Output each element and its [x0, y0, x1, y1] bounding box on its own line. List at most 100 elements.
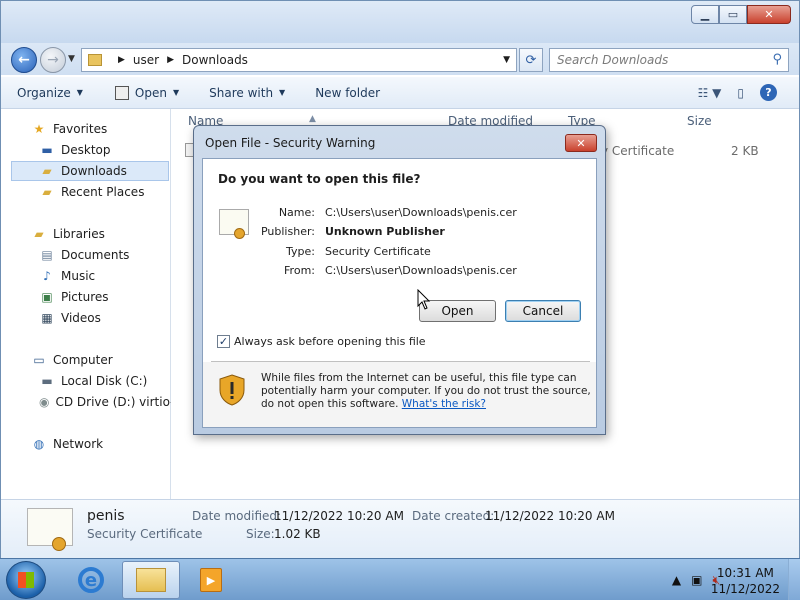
nav-videos[interactable]: ▦ Videos	[39, 308, 101, 328]
whats-the-risk-link[interactable]: What's the risk?	[402, 398, 486, 410]
nav-label: Network	[53, 437, 104, 451]
share-with-button[interactable]: Share with ▼	[209, 86, 285, 100]
clock-time: 10:31 AM	[716, 566, 774, 580]
search-placeholder: Search Downloads	[557, 53, 669, 67]
start-button[interactable]	[6, 561, 46, 599]
navigation-bar: ← → ▼ ▶ user ▶ Downloads ▼ ⟳ Search Down…	[1, 43, 799, 75]
cd-drive-icon: ◉	[39, 395, 50, 409]
publisher-label: Publisher:	[260, 225, 315, 238]
type-value: Security Certificate	[325, 245, 431, 258]
view-controls: ☷ ▼ ▯ ?	[698, 84, 777, 101]
nav-documents[interactable]: ▤ Documents	[39, 245, 129, 265]
nav-downloads[interactable]: ▰ Downloads	[11, 161, 169, 181]
downloads-folder-icon: ▰	[42, 164, 52, 178]
organize-button[interactable]: Organize ▼	[17, 86, 83, 100]
open-icon	[114, 85, 129, 100]
hard-drive-icon: ▬	[41, 374, 53, 388]
mouse-cursor-icon	[417, 289, 431, 310]
nav-pictures[interactable]: ▣ Pictures	[39, 287, 109, 307]
from-value: C:\Users\user\Downloads\penis.cer	[325, 264, 517, 277]
details-file-type: Security Certificate	[87, 527, 203, 541]
open-button[interactable]: Open ▼	[114, 85, 180, 100]
back-button[interactable]: ←	[11, 47, 37, 73]
clock[interactable]: 10:31 AM 11/12/2022	[711, 565, 780, 597]
name-label: Name:	[278, 206, 315, 219]
windows-explorer-icon	[136, 568, 166, 592]
pictures-icon: ▣	[41, 290, 53, 304]
breadcrumb-user[interactable]: user	[133, 53, 159, 67]
details-file-name: penis	[87, 508, 125, 524]
breadcrumb-downloads[interactable]: Downloads	[182, 53, 248, 67]
dialog-question: Do you want to open this file?	[218, 172, 421, 186]
chevron-down-icon: ▼	[76, 88, 83, 97]
nav-label: Documents	[61, 248, 130, 262]
documents-icon: ▤	[41, 248, 53, 262]
column-size[interactable]: Size	[687, 114, 712, 128]
chevron-down-icon: ▼	[172, 88, 180, 97]
forward-button[interactable]: →	[40, 47, 66, 73]
chevron-right-icon: ▶	[118, 55, 125, 65]
search-input[interactable]: Search Downloads ⚲	[549, 48, 789, 72]
nav-desktop[interactable]: ▬ Desktop	[39, 140, 110, 160]
nav-label: Pictures	[61, 290, 109, 304]
close-button[interactable]: ✕	[747, 5, 791, 24]
nav-label: Downloads	[61, 164, 127, 178]
star-icon: ★	[33, 122, 45, 136]
window-controls: ▁ ▭ ✕	[691, 5, 791, 24]
share-with-label: Share with	[209, 85, 274, 100]
nav-label: Music	[61, 269, 96, 283]
show-hidden-icons-icon[interactable]: ▲	[672, 573, 681, 588]
taskbar-internet-explorer[interactable]: e	[62, 561, 120, 599]
recent-pages-dropdown[interactable]: ▼	[68, 54, 75, 64]
computer-icon: ▭	[33, 353, 45, 367]
maximize-button[interactable]: ▭	[719, 5, 747, 24]
minimize-button[interactable]: ▁	[691, 5, 719, 24]
details-date-modified: 11/12/2022 10:20 AM	[274, 509, 404, 523]
file-type-cell[interactable]: y Certificate	[601, 144, 674, 158]
recent-places-icon: ▰	[42, 185, 52, 199]
type-label: Type:	[286, 245, 315, 258]
nav-favorites[interactable]: ★ Favorites	[31, 119, 108, 139]
search-icon[interactable]: ⚲	[772, 52, 782, 67]
nav-music[interactable]: ♪ Music	[39, 266, 95, 286]
network-tray-icon[interactable]: ▣	[691, 573, 702, 588]
desktop-icon: ▬	[41, 143, 53, 157]
details-size: 1.02 KB	[274, 527, 321, 541]
chevron-down-icon[interactable]: ▼	[503, 55, 510, 65]
show-desktop-button[interactable]	[788, 559, 800, 600]
always-ask-checkbox-row[interactable]: ✓ Always ask before opening this file	[217, 335, 426, 348]
nav-recent-places[interactable]: ▰ Recent Places	[39, 182, 144, 202]
certificate-icon	[27, 508, 73, 551]
address-bar[interactable]: ▶ user ▶ Downloads ▼	[81, 48, 517, 72]
new-folder-button[interactable]: New folder	[315, 86, 380, 100]
always-ask-label: Always ask before opening this file	[234, 335, 426, 348]
nav-label: Favorites	[53, 122, 108, 136]
nav-network[interactable]: ◍ Network	[31, 434, 103, 454]
security-warning-dialog: Open File - Security Warning ✕ Do you wa…	[193, 125, 606, 435]
dialog-body: Do you want to open this file? Name: C:\…	[202, 158, 597, 428]
refresh-button[interactable]: ⟳	[519, 48, 543, 72]
file-size-cell[interactable]: 2 KB	[731, 144, 759, 158]
title-bar: ▁ ▭ ✕	[1, 1, 799, 43]
nav-label: Local Disk (C:)	[61, 374, 148, 388]
help-icon[interactable]: ?	[760, 84, 777, 101]
nav-computer[interactable]: ▭ Computer	[31, 350, 112, 370]
nav-libraries[interactable]: ▰ Libraries	[31, 224, 105, 244]
views-icon[interactable]: ☷ ▼	[698, 86, 722, 100]
nav-label: Libraries	[53, 227, 105, 241]
dialog-close-button[interactable]: ✕	[565, 134, 597, 152]
nav-cd-drive[interactable]: ◉ CD Drive (D:) virtio-w	[39, 392, 171, 412]
open-label: Open	[134, 85, 167, 100]
preview-pane-icon[interactable]: ▯	[737, 86, 744, 100]
videos-icon: ▦	[41, 311, 53, 325]
chevron-down-icon: ▼	[279, 88, 286, 97]
nav-local-disk[interactable]: ▬ Local Disk (C:)	[39, 371, 147, 391]
details-date-created: 11/12/2022 10:20 AM	[485, 509, 615, 523]
taskbar-windows-explorer[interactable]	[122, 561, 180, 599]
cancel-button[interactable]: Cancel	[505, 300, 581, 322]
clock-date: 11/12/2022	[710, 582, 780, 596]
music-icon: ♪	[43, 269, 51, 283]
always-ask-checkbox[interactable]: ✓	[217, 335, 230, 348]
taskbar-media-player[interactable]: ▶	[182, 561, 240, 599]
details-pane: penis Security Certificate Date modified…	[1, 499, 799, 559]
